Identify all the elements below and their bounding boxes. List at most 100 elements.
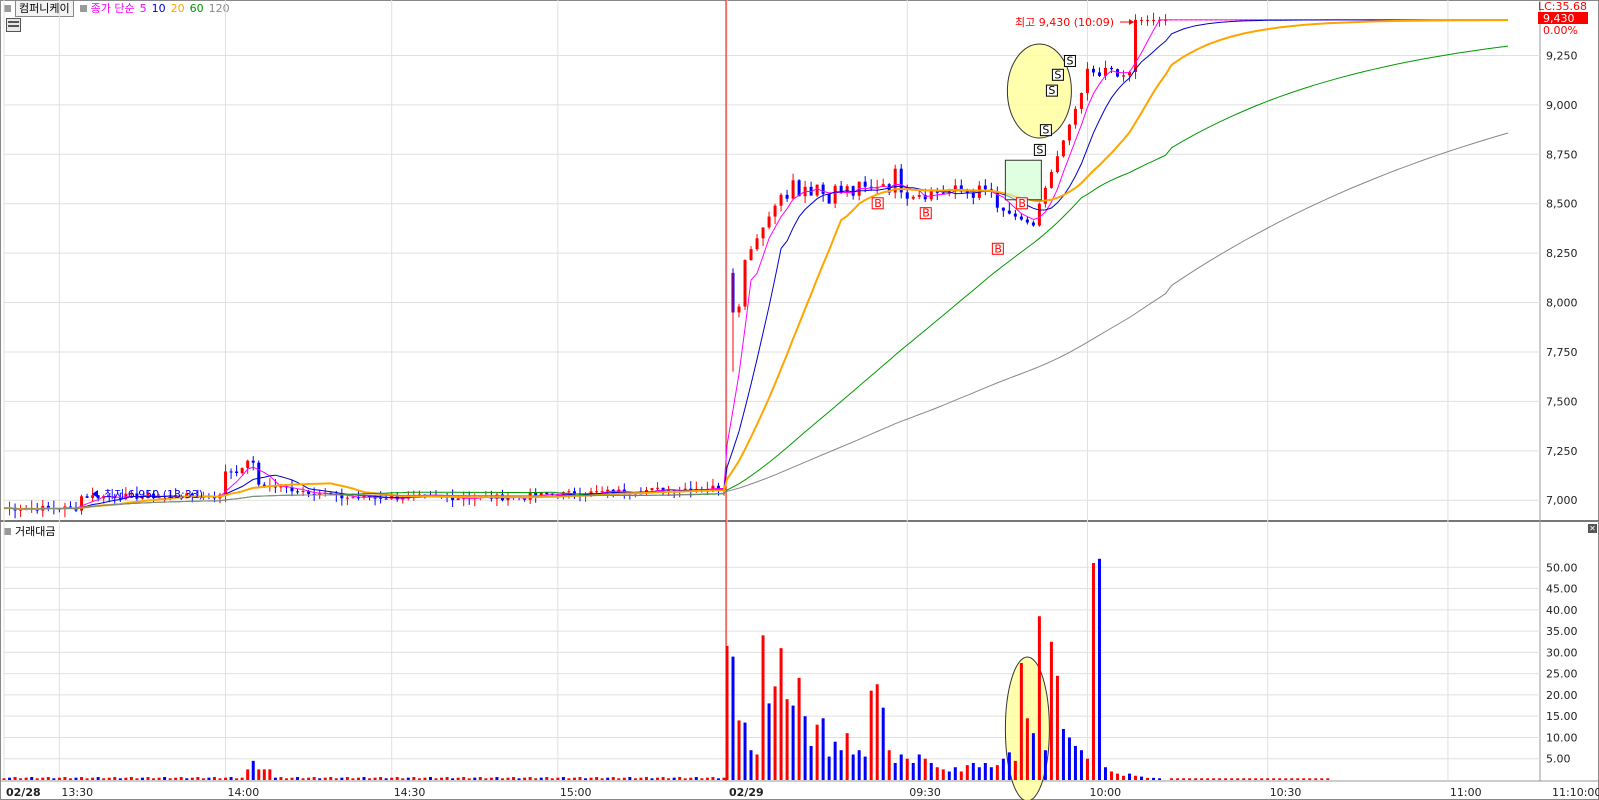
day2-tail-volume-bar [1290, 778, 1294, 780]
day1-candle-body [229, 471, 233, 473]
day2-candle-body [1073, 108, 1077, 125]
day1-volume-bar [290, 777, 294, 780]
day2-tail-volume-bar [1272, 778, 1276, 780]
ma5-line [3, 19, 1508, 511]
day1-volume-bar [683, 778, 687, 780]
day2-volume-bar [887, 750, 891, 780]
day2-candle-body [749, 249, 753, 261]
day2-volume-bar [821, 718, 825, 780]
day1-volume-bar [545, 777, 549, 780]
day2-candle-body [1061, 140, 1065, 157]
day2-volume-bar [989, 767, 993, 780]
day2-tail-volume-bar [1212, 778, 1216, 780]
day1-volume-bar [384, 778, 388, 780]
day1-volume-bar [534, 778, 538, 780]
day1-volume-bar [561, 777, 565, 780]
day1-volume-bar [611, 777, 615, 780]
day1-volume-bar [163, 777, 167, 780]
day1-volume-bar [689, 777, 693, 780]
day1-volume-bar [185, 778, 189, 780]
day2-volume-bar [1091, 563, 1095, 780]
day2-tail-volume-bar [1284, 778, 1288, 780]
x-tick-label-7: 10:00 [1089, 786, 1121, 799]
day2-volume-bar [767, 703, 771, 780]
day1-candle-body [257, 462, 261, 485]
day2-volume-bar [797, 677, 801, 780]
day1-candle-body [606, 489, 610, 492]
price-tick-label-0: 9,250 [1546, 49, 1578, 62]
day2-volume-bar [983, 762, 987, 780]
day1-volume-bar [368, 778, 372, 780]
day2-candle-body [1122, 75, 1126, 77]
x-tick-label-3: 14:30 [394, 786, 426, 799]
volume-tick-label-4: 30.00 [1546, 646, 1578, 659]
day1-volume-bar [440, 777, 444, 780]
day1-volume-bar [694, 777, 698, 780]
price-volume-chart[interactable]: 9,250 9,000 8,750 8,500 8,250 8,000 7,750 7,500… [0, 0, 1599, 800]
day1-volume-bar [152, 778, 156, 780]
day1-volume-bar [495, 777, 499, 780]
day1-volume-bar [85, 778, 89, 780]
day2-volume-bar [959, 771, 963, 780]
day2-candle-body [797, 180, 801, 197]
day1-volume-bar [24, 777, 28, 780]
day1-volume-bar [661, 777, 665, 780]
day2-volume-bar [971, 762, 975, 780]
x-tick-label-1: 13:30 [61, 786, 93, 799]
day2-volume-bar [947, 771, 951, 780]
day1-volume-bar [672, 777, 676, 780]
day2-candle-body [1025, 219, 1029, 223]
volume-tick-label-7: 15.00 [1546, 710, 1578, 723]
day1-volume-bar [379, 777, 383, 780]
price-tick-label-3: 8,500 [1546, 198, 1578, 211]
price-tick-label-5: 8,000 [1546, 297, 1578, 310]
day1-volume-bar [478, 777, 482, 780]
day1-volume-bar [118, 778, 122, 780]
day1-volume-bar [334, 778, 338, 780]
day2-volume-bar [773, 686, 777, 780]
day2-candle-body [761, 227, 765, 239]
day2-candle-body [1007, 210, 1011, 214]
day2-volume-bar [1037, 616, 1041, 780]
volume-tick-label-2: 40.00 [1546, 604, 1578, 617]
day1-volume-bar [489, 777, 493, 780]
day1-volume-bar [207, 777, 211, 780]
x-tick-label-10: 11:10:00 [1552, 786, 1599, 799]
day1-volume-bar [63, 777, 67, 780]
x-tick-label-5: 02/29 [729, 786, 764, 799]
ma60-line [3, 45, 1509, 510]
day2-candle-body [929, 190, 933, 200]
buy-signal-1: B [922, 207, 930, 220]
day1-volume-bar [80, 777, 84, 780]
day2-candle-body [785, 194, 789, 199]
day1-volume-bar [473, 777, 477, 780]
day1-volume-bar [2, 778, 6, 780]
day2-volume-bar [905, 758, 909, 780]
day1-volume-bar [417, 778, 421, 780]
day1-volume-bar [246, 769, 250, 780]
day1-volume-bar [13, 777, 17, 780]
buy-signal-2: B [994, 242, 1002, 255]
day2-volume-bar [893, 762, 897, 780]
day2-volume-bar [749, 750, 753, 780]
day1-candle-body [456, 498, 460, 501]
sell-signal-3: S [1054, 68, 1061, 81]
day1-volume-bar [628, 777, 632, 780]
day1-volume-bar [523, 777, 527, 780]
day2-candle-body [1091, 68, 1095, 73]
day1-volume-bar [68, 778, 72, 780]
day2-volume-bar [995, 765, 999, 780]
day1-volume-bar [46, 777, 50, 780]
day1-volume-bar [451, 778, 455, 780]
day1-volume-bar [716, 778, 720, 780]
day2-volume-bar [929, 762, 933, 780]
day1-candle-body [373, 497, 377, 499]
day2-tail-volume-bar [1296, 778, 1300, 780]
day2-volume-bar [1128, 773, 1132, 780]
day2-volume-bar [917, 754, 921, 780]
sell-zone-highlight [1006, 43, 1072, 139]
day2-volume-bar [851, 754, 855, 780]
day1-volume-bar [57, 777, 61, 780]
day1-candle-body [251, 460, 255, 463]
day2-candle-body [815, 184, 819, 196]
